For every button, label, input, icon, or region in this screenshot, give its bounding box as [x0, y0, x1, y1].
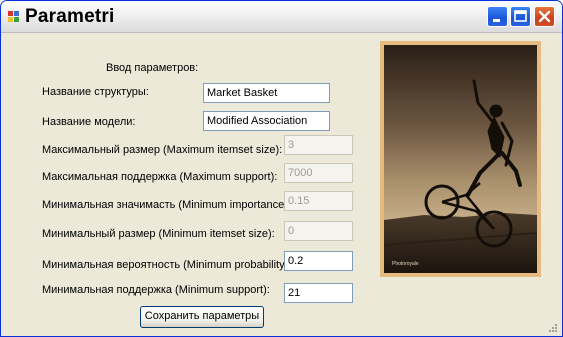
maximize-icon	[514, 10, 527, 22]
photo-caption: Photoroyale	[392, 261, 419, 267]
application-icon	[8, 11, 19, 22]
close-button[interactable]	[534, 6, 555, 27]
bmx-photo: Photoroyale	[380, 41, 541, 277]
model-name-input[interactable]	[203, 111, 330, 131]
structure-name-label: Название структуры:	[42, 86, 149, 98]
min-importance-input	[284, 191, 353, 211]
maximize-button[interactable]	[510, 6, 531, 27]
min-support-input[interactable]	[284, 283, 353, 303]
parametri-window: Parametri Ввод параметров: Название стру…	[0, 0, 563, 337]
structure-name-input[interactable]	[203, 83, 330, 103]
max-support-label: Максимальная поддержка (Maximum support)…	[42, 171, 278, 183]
minimize-button[interactable]	[487, 6, 508, 27]
bmx-rider-image: Photoroyale	[384, 45, 537, 273]
resize-grip-icon[interactable]	[547, 322, 557, 332]
max-support-input	[284, 163, 353, 183]
save-parameters-button[interactable]: Сохранить параметры	[140, 306, 264, 328]
window-title: Parametri	[25, 6, 115, 27]
model-name-label: Название модели:	[42, 116, 136, 128]
form-header: Ввод параметров:	[106, 62, 199, 74]
min-importance-label: Минимальная значимасть (Minimum importan…	[42, 199, 291, 211]
min-support-label: Минимальная поддержка (Minimum support):	[42, 284, 270, 296]
close-icon	[538, 10, 551, 23]
max-itemset-size-label: Максимальный размер (Maximum itemset siz…	[42, 144, 283, 156]
min-itemset-size-label: Минимальный размер (Minimum itemset size…	[42, 228, 275, 240]
min-probability-label: Минимальная вероятность (Minimum probabi…	[42, 259, 292, 271]
title-bar[interactable]: Parametri	[1, 1, 562, 33]
minimize-icon	[493, 19, 500, 22]
min-probability-input[interactable]	[284, 251, 353, 271]
max-itemset-size-input	[284, 135, 353, 155]
min-itemset-size-input	[284, 221, 353, 241]
form-client-area: Ввод параметров: Название структуры: Наз…	[4, 33, 559, 334]
